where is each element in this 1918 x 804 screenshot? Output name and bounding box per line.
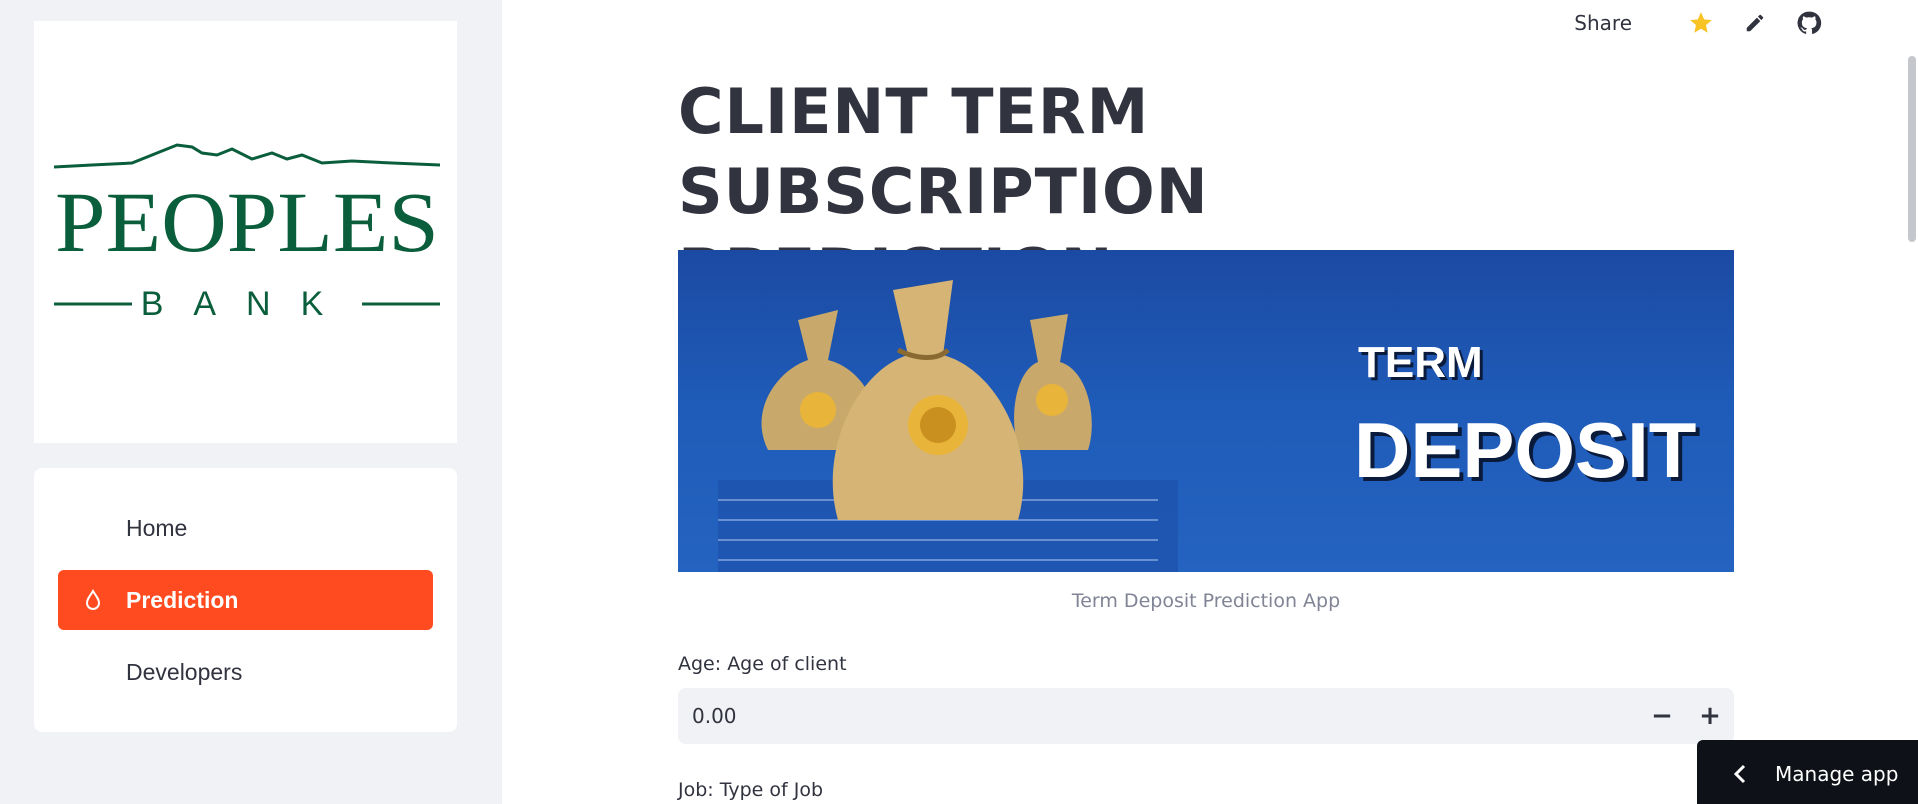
age-number-input[interactable]: 0.00 − + — [678, 688, 1734, 744]
job-field-label: Job: Type of Job — [678, 779, 824, 801]
edit-pencil-icon[interactable] — [1742, 10, 1768, 36]
money-bags-illustration — [718, 280, 1178, 572]
sidebar-item-developers[interactable]: Developers — [58, 642, 433, 702]
sidebar-item-label: Developers — [126, 658, 243, 685]
manage-app-button[interactable]: Manage app — [1697, 740, 1918, 804]
sidebar-item-prediction[interactable]: Prediction — [58, 570, 433, 630]
sidebar-item-label: Prediction — [126, 586, 239, 613]
banner-word-deposit: DEPOSIT — [1354, 406, 1697, 494]
scrollbar[interactable] — [1908, 56, 1916, 242]
decrement-button[interactable]: − — [1638, 688, 1686, 744]
sidebar: PEOPLES BANK Home Prediction Developers — [0, 0, 502, 804]
top-toolbar: Share — [1574, 8, 1822, 38]
droplet-icon — [82, 589, 104, 611]
sidebar-item-home[interactable]: Home — [58, 498, 433, 558]
star-icon[interactable] — [1688, 10, 1714, 36]
sidebar-item-label: Home — [126, 514, 188, 541]
github-icon[interactable] — [1796, 10, 1822, 36]
nav-menu: Home Prediction Developers — [34, 468, 457, 732]
chevron-left-icon — [1733, 764, 1747, 788]
peoples-bank-logo: PEOPLES BANK — [53, 143, 441, 321]
increment-button[interactable]: + — [1686, 688, 1734, 744]
main-content: Share CLIENT TERM SUBSCRIPTION PREDICTIO… — [502, 0, 1918, 804]
manage-app-label: Manage app — [1775, 762, 1899, 786]
logo-card: PEOPLES BANK — [34, 21, 457, 443]
share-button[interactable]: Share — [1574, 11, 1632, 35]
age-field-label: Age: Age of client — [678, 653, 847, 675]
age-input-value[interactable]: 0.00 — [692, 704, 737, 728]
image-caption: Term Deposit Prediction App — [1071, 590, 1341, 612]
logo-name: PEOPLES — [55, 174, 439, 270]
term-deposit-banner-image: TERM DEPOSIT — [678, 250, 1734, 572]
logo-sub: BANK — [141, 285, 354, 321]
banner-word-term: TERM — [1358, 338, 1483, 387]
